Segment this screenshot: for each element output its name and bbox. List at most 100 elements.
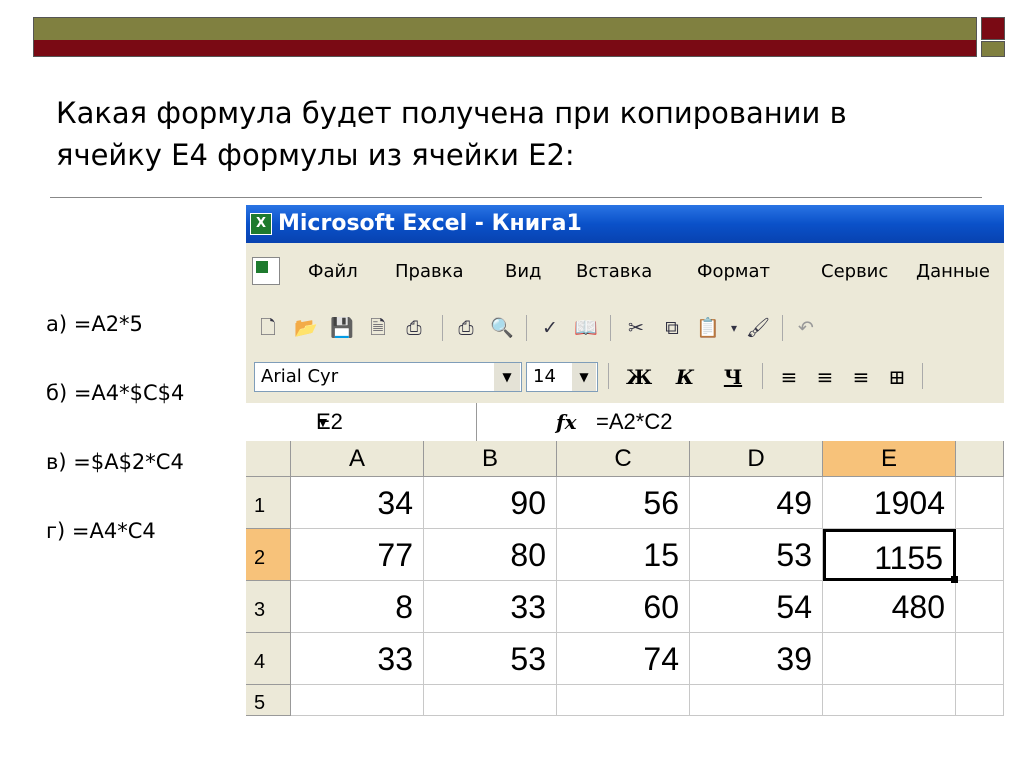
research-icon[interactable]: 📖 (574, 315, 598, 341)
excel-window: X Microsoft Excel - Книга1 Файл Правка В… (246, 205, 1004, 717)
column-header[interactable]: D (690, 441, 823, 477)
answer-a: а) =А2*5 (46, 312, 143, 336)
grid-cell[interactable] (956, 477, 1004, 529)
menu-data[interactable]: Данные (916, 261, 990, 282)
workbook-icon[interactable] (252, 257, 280, 285)
grid-cell[interactable] (956, 633, 1004, 685)
window-title: Microsoft Excel - Книга1 (278, 211, 582, 236)
font-size-dropdown-icon[interactable]: ▼ (572, 363, 596, 391)
row-header[interactable]: 4 (246, 633, 291, 685)
formula-input[interactable]: =A2*C2 (596, 403, 672, 441)
grid-cell[interactable] (424, 685, 557, 716)
excel-app-icon[interactable]: X (250, 213, 272, 235)
grid-cell[interactable] (956, 685, 1004, 716)
grid-cell[interactable] (291, 685, 424, 716)
spreadsheet-grid: A B C D E 1 34 90 56 49 1904 2 77 80 15 53 1155 3 8 33 60 54 4… (246, 441, 1004, 717)
grid-cell[interactable]: 33 (291, 633, 424, 685)
row-header[interactable]: 3 (246, 581, 291, 633)
grid-cell[interactable] (823, 633, 956, 685)
column-header[interactable]: E (823, 441, 956, 477)
cut-icon[interactable]: ✂ (624, 315, 648, 341)
grid-cell[interactable]: 15 (557, 529, 690, 581)
grid-cell[interactable]: 60 (557, 581, 690, 633)
grid-cell[interactable] (557, 685, 690, 716)
undo-icon[interactable]: ↶ (794, 315, 818, 341)
grid-cell[interactable]: 49 (690, 477, 823, 529)
column-header[interactable]: B (424, 441, 557, 477)
grid-cell[interactable]: 39 (690, 633, 823, 685)
name-box-dropdown-icon[interactable]: ▼ (316, 403, 330, 441)
fill-handle[interactable] (951, 576, 958, 583)
align-center-icon[interactable]: ≡ (812, 363, 838, 391)
row-header[interactable]: 5 (246, 685, 291, 716)
grid-cell[interactable]: 1904 (823, 477, 956, 529)
toolbar-separator (526, 315, 527, 341)
print-icon[interactable]: ⎙ (402, 315, 426, 341)
toolbar-separator (762, 363, 763, 389)
italic-button[interactable]: К (672, 363, 698, 391)
function-icon[interactable]: fx (556, 403, 577, 441)
underline-button[interactable]: Ч (720, 363, 746, 391)
grid-cell[interactable]: 33 (424, 581, 557, 633)
row-header[interactable]: 2 (246, 529, 291, 581)
grid-cell[interactable]: 54 (690, 581, 823, 633)
menu-file[interactable]: Файл (308, 261, 358, 282)
font-name-select[interactable]: Arial Cyr (254, 362, 522, 392)
toolbar-separator (922, 363, 923, 389)
answer-options: а) =А2*5 б) =А4*$С$4 в) =$А$2*С4 г) =А4*… (46, 307, 184, 583)
grid-cell[interactable] (690, 685, 823, 716)
bold-button[interactable]: Ж (626, 363, 652, 391)
grid-cell[interactable]: 8 (291, 581, 424, 633)
grid-cell[interactable]: 74 (557, 633, 690, 685)
magnifier-icon[interactable]: 🔍 (490, 315, 514, 341)
spelling-icon[interactable]: ✓ (538, 315, 562, 341)
name-box[interactable]: E2 ▼ (246, 403, 477, 441)
copy-icon[interactable]: ⧉ (660, 315, 684, 341)
merge-center-icon[interactable]: ⊞ (884, 363, 910, 391)
toolbar-separator (608, 363, 609, 389)
menu-edit[interactable]: Правка (395, 261, 464, 282)
print-preview-icon[interactable]: ⎙ (454, 315, 478, 341)
paste-dropdown-icon[interactable]: ▾ (722, 315, 746, 341)
menu-tools[interactable]: Сервис (821, 261, 888, 282)
slide-corner-box (981, 17, 1005, 40)
grid-cell[interactable]: 77 (291, 529, 424, 581)
font-name-dropdown-icon[interactable]: ▼ (494, 363, 520, 391)
paste-icon[interactable]: 📋 (696, 315, 720, 341)
grid-cell[interactable] (823, 685, 956, 716)
column-header[interactable]: C (557, 441, 690, 477)
grid-cell[interactable]: 1155 (823, 529, 956, 581)
grid-cell[interactable] (956, 529, 1004, 581)
menu-insert[interactable]: Вставка (576, 261, 652, 282)
formatting-toolbar: Arial Cyr ▼ 14 ▼ Ж К Ч ≡ ≡ ≡ ⊞ (246, 353, 1004, 403)
menu-format[interactable]: Формат (697, 261, 770, 282)
select-all-corner[interactable] (246, 441, 291, 477)
menu-view[interactable]: Вид (505, 261, 542, 282)
answer-d: г) =А4*С4 (46, 519, 156, 543)
grid-cell[interactable]: 53 (690, 529, 823, 581)
save-icon[interactable]: 💾 (330, 315, 354, 341)
grid-cell[interactable]: 34 (291, 477, 424, 529)
grid-cell[interactable]: 480 (823, 581, 956, 633)
column-header[interactable] (956, 441, 1004, 477)
permission-icon[interactable]: 🗎 (366, 315, 390, 341)
toolbar-separator (610, 315, 611, 341)
row-header[interactable]: 1 (246, 477, 291, 529)
formula-bar: E2 ▼ fx =A2*C2 (246, 403, 1004, 441)
grid-cell[interactable] (956, 581, 1004, 633)
question-text: Какая формула будет получена при копиров… (56, 96, 847, 172)
answer-c: в) =$А$2*С4 (46, 450, 184, 474)
column-header[interactable]: A (291, 441, 424, 477)
grid-cell[interactable]: 53 (424, 633, 557, 685)
align-left-icon[interactable]: ≡ (776, 363, 802, 391)
slide-corner-box-lower (981, 41, 1005, 57)
format-painter-icon[interactable]: 🖌 (746, 315, 770, 341)
new-document-icon[interactable]: 🗋 (256, 315, 280, 341)
grid-cell[interactable]: 80 (424, 529, 557, 581)
grid-cell[interactable]: 90 (424, 477, 557, 529)
align-right-icon[interactable]: ≡ (848, 363, 874, 391)
open-folder-icon[interactable]: 📂 (294, 315, 318, 341)
toolbar-separator (442, 315, 443, 341)
answer-b: б) =А4*$С$4 (46, 381, 185, 405)
grid-cell[interactable]: 56 (557, 477, 690, 529)
